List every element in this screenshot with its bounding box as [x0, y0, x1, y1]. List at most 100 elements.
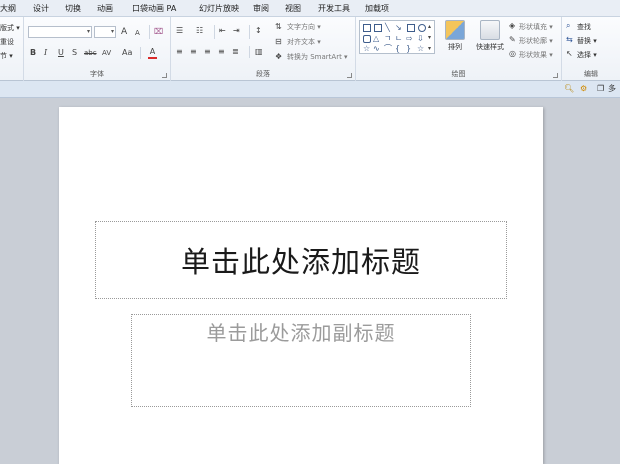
- arrange-button[interactable]: 排列: [440, 20, 470, 52]
- section-button[interactable]: 节 ▾: [0, 51, 13, 61]
- cursor-icon: ↖: [566, 49, 573, 58]
- gallery-scroll-up-icon[interactable]: ▴: [428, 22, 431, 32]
- oval-shape-icon[interactable]: [418, 24, 426, 32]
- align-right-icon[interactable]: ≡: [204, 47, 211, 57]
- down-arrow-shape-icon[interactable]: ⇩: [417, 34, 424, 44]
- layout-button[interactable]: 版式 ▾: [0, 23, 20, 33]
- align-left-icon[interactable]: ≡: [176, 47, 183, 57]
- shapes-gallery[interactable]: ╲ ↘ △ ㄱ ㄴ ⇨ ⇩ ☆ ∿ ⌒ { } ☆ ▴ ▾ ▾: [359, 20, 435, 54]
- textbox-shape-icon[interactable]: [363, 24, 371, 32]
- tab-animations[interactable]: 动画: [97, 3, 113, 14]
- slide-canvas[interactable]: 单击此处添加标题 单击此处添加副标题: [59, 107, 543, 464]
- quick-styles-button[interactable]: 快速样式: [472, 20, 508, 52]
- right-arrow-shape-icon[interactable]: ⇨: [406, 34, 413, 44]
- reset-button[interactable]: 重设: [0, 37, 14, 47]
- bold-icon[interactable]: B: [30, 48, 36, 58]
- connector-shape-icon[interactable]: ㄴ: [395, 34, 402, 44]
- triangle-shape-icon[interactable]: △: [373, 34, 379, 44]
- line-shape-icon[interactable]: ╲: [385, 23, 390, 33]
- addin-toolbar: 🔍︎ ⚙ ❐ 多: [0, 81, 620, 98]
- tab-design[interactable]: 设计: [33, 3, 49, 14]
- bullets-icon[interactable]: ☰: [176, 26, 183, 36]
- curve-shape-icon[interactable]: ∿: [373, 44, 380, 54]
- font-size-combo[interactable]: ▾: [94, 26, 116, 38]
- find-button[interactable]: 查找: [577, 22, 591, 32]
- rectangle-shape-icon[interactable]: [407, 24, 415, 32]
- tab-transitions[interactable]: 切换: [65, 3, 81, 14]
- star-5-shape-icon[interactable]: ☆: [417, 44, 424, 54]
- shape-outline-button[interactable]: 形状轮廓 ▾: [519, 36, 553, 46]
- text-direction-button[interactable]: 文字方向 ▾: [287, 22, 321, 32]
- vertical-textbox-shape-icon[interactable]: [374, 24, 382, 32]
- zoom-icon[interactable]: 🔍︎: [564, 83, 574, 95]
- italic-icon[interactable]: I: [44, 48, 47, 58]
- replace-button[interactable]: 替换 ▾: [577, 36, 597, 46]
- font-name-combo[interactable]: ▾: [28, 26, 92, 38]
- tab-slide-show[interactable]: 幻灯片放映: [199, 3, 239, 14]
- smartart-icon: ❖: [275, 52, 283, 61]
- shape-fill-icon: ◈: [509, 21, 516, 30]
- font-group: ▾ ▾ A A ⌧ B I U S abc AV Aa A 字体: [24, 17, 171, 81]
- arrange-label: 排列: [448, 43, 462, 51]
- numbering-icon[interactable]: ☷: [196, 26, 203, 36]
- paragraph-group: ☰ ☷ ⇤ ⇥ ↕ ≡ ≡ ≡ ≡ ≣ ▥ ⇅ 文字方向 ▾ ⊟ 对齐文本 ▾ …: [171, 17, 356, 81]
- tab-outline[interactable]: 大纲: [0, 3, 16, 14]
- arrange-icon: [445, 20, 465, 40]
- tab-developer[interactable]: 开发工具: [318, 3, 350, 14]
- separator: [249, 46, 250, 58]
- separator: [214, 25, 215, 39]
- brace-shape-icon[interactable]: {: [395, 44, 400, 54]
- decrease-indent-icon[interactable]: ⇤: [219, 26, 226, 36]
- dialog-launcher-icon[interactable]: [162, 73, 167, 78]
- grow-font-icon[interactable]: A: [121, 27, 127, 37]
- more-button[interactable]: 多: [608, 83, 616, 95]
- subtitle-placeholder-text: 单击此处添加副标题: [206, 321, 396, 345]
- star-shape-icon[interactable]: ☆: [363, 44, 370, 54]
- shadow-icon[interactable]: S: [72, 48, 77, 58]
- tab-add-ins[interactable]: 加载项: [365, 3, 389, 14]
- ribbon-tab-bar: 大纲 设计 切换 动画 口袋动画 PA 幻灯片放映 审阅 视图 开发工具 加载项: [0, 0, 620, 17]
- gear-icon[interactable]: ⚙: [580, 83, 587, 95]
- tab-view[interactable]: 视图: [285, 3, 301, 14]
- quick-styles-label: 快速样式: [476, 43, 504, 51]
- close-brace-shape-icon[interactable]: }: [406, 44, 411, 54]
- shape-effects-button[interactable]: 形状效果 ▾: [519, 50, 553, 60]
- editing-group: ⌕ 查找 ⇆ 替换 ▾ ↖ 选择 ▾ 编辑: [562, 17, 620, 81]
- binoculars-icon: ⌕: [566, 21, 571, 30]
- character-spacing-icon[interactable]: AV: [102, 48, 111, 58]
- gallery-scroll-down-icon[interactable]: ▾: [428, 33, 431, 43]
- change-case-icon[interactable]: Aa: [122, 48, 132, 58]
- convert-smartart-button[interactable]: 转换为 SmartArt ▾: [287, 52, 348, 62]
- elbow-connector-icon[interactable]: ㄱ: [384, 34, 391, 44]
- shape-outline-icon: ✎: [509, 35, 516, 44]
- arrow-shape-icon[interactable]: ↘: [395, 23, 402, 33]
- align-center-icon[interactable]: ≡: [190, 47, 197, 57]
- select-button[interactable]: 选择 ▾: [577, 50, 597, 60]
- clear-format-icon[interactable]: ⌧: [154, 27, 163, 37]
- editing-group-label: 编辑: [584, 70, 598, 78]
- copy-icon[interactable]: ❐: [597, 83, 604, 95]
- increase-indent-icon[interactable]: ⇥: [233, 26, 240, 36]
- underline-icon[interactable]: U: [58, 48, 64, 58]
- rounded-rect-shape-icon[interactable]: [363, 35, 371, 43]
- strikethrough-icon[interactable]: abc: [84, 48, 97, 58]
- gallery-more-icon[interactable]: ▾: [428, 44, 431, 54]
- title-placeholder[interactable]: 单击此处添加标题: [95, 221, 507, 299]
- distributed-icon[interactable]: ≣: [232, 47, 239, 57]
- justify-icon[interactable]: ≡: [218, 47, 225, 57]
- line-spacing-icon[interactable]: ↕: [255, 26, 262, 36]
- font-color-icon[interactable]: A: [148, 47, 157, 59]
- columns-icon[interactable]: ▥: [255, 47, 263, 57]
- freeform-shape-icon[interactable]: ⌒: [384, 44, 392, 54]
- subtitle-placeholder[interactable]: 单击此处添加副标题: [131, 314, 471, 407]
- dialog-launcher-icon[interactable]: [347, 73, 352, 78]
- shrink-font-icon[interactable]: A: [135, 28, 140, 38]
- replace-icon: ⇆: [566, 35, 573, 44]
- tab-review[interactable]: 审阅: [253, 3, 269, 14]
- tab-pocket-animation[interactable]: 口袋动画 PA: [132, 3, 176, 14]
- dialog-launcher-icon[interactable]: [553, 73, 558, 78]
- drawing-group-label: 绘图: [451, 70, 466, 78]
- paragraph-group-label: 段落: [256, 70, 270, 78]
- shape-fill-button[interactable]: 形状填充 ▾: [519, 22, 553, 32]
- align-text-button[interactable]: 对齐文本 ▾: [287, 37, 321, 47]
